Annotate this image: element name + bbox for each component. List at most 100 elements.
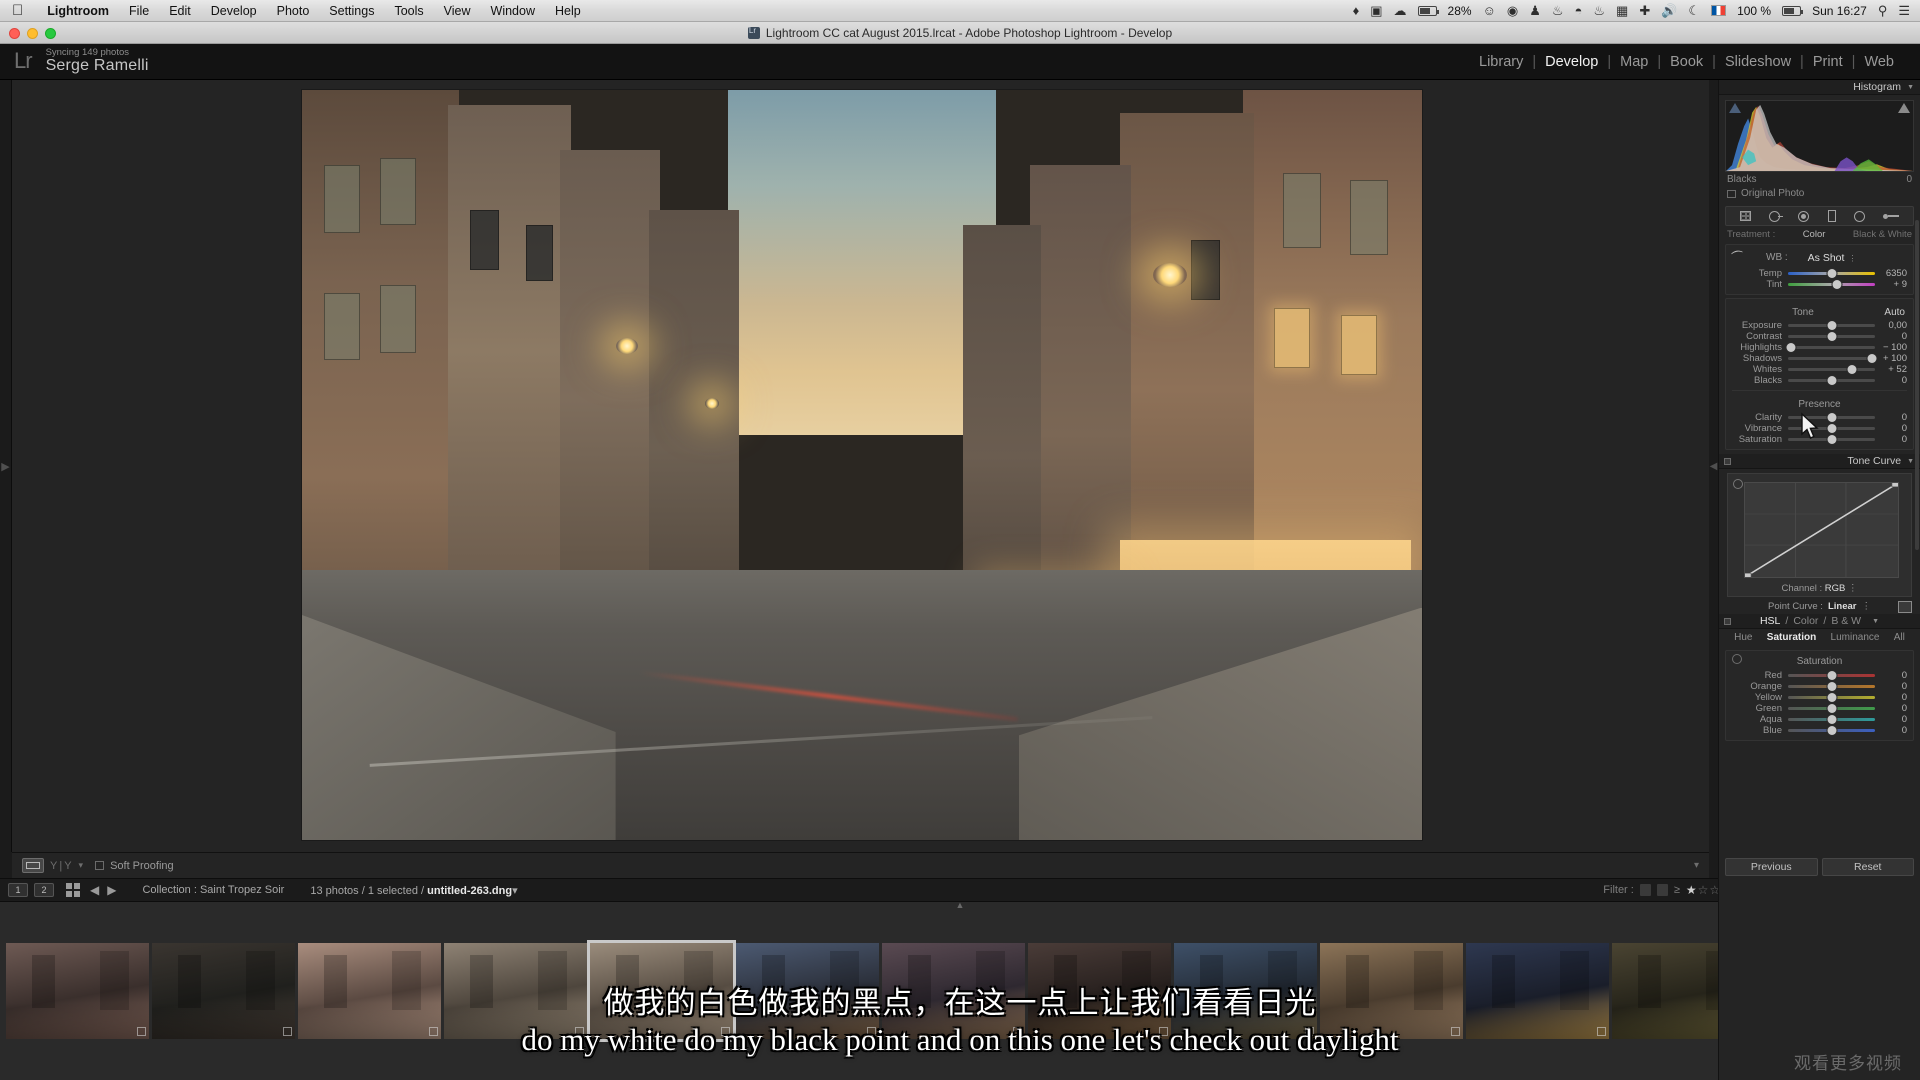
dropbox-icon[interactable]: ♦ [1353,4,1360,17]
slider-knob-vibrance[interactable] [1827,424,1836,433]
spotlight-search-icon[interactable]: ⚲ [1878,4,1888,17]
slider-row-aqua[interactable]: Aqua 0 [1726,714,1913,725]
channel-dropdown-icon[interactable]: ⋮ [1848,583,1858,594]
grid-view-icon[interactable] [66,883,80,897]
image-canvas[interactable] [12,80,1709,852]
crop-overlay-icon[interactable] [1740,211,1752,221]
thumb-9[interactable] [1174,943,1317,1039]
panel-enable-switch[interactable] [1724,457,1731,465]
thumb-6[interactable] [736,943,879,1039]
zoom-window-button[interactable] [45,28,56,39]
panel-enable-switch[interactable] [1724,617,1731,625]
menu-lightroom[interactable]: Lightroom [37,4,119,18]
menu-file[interactable]: File [119,4,159,18]
slider-row-whites[interactable]: Whites + 52 [1726,364,1913,375]
loupe-view-icon[interactable] [22,858,44,873]
color-tab-title[interactable]: Color [1793,615,1818,627]
slider-row-red[interactable]: Red 0 [1726,670,1913,681]
menu-edit[interactable]: Edit [159,4,201,18]
slider-row-contrast[interactable]: Contrast 0 [1726,331,1913,342]
screen-recorder-icon[interactable]: ▣ [1370,4,1382,17]
navigate-forward-icon[interactable]: ▶ [107,883,116,897]
rating-comparison-icon[interactable]: ≥ [1674,884,1680,896]
chevron-down-icon[interactable]: ▾ [79,860,84,871]
close-window-button[interactable] [9,28,20,39]
mute-icon[interactable]: 🔊 [1661,4,1677,17]
bowl-icon[interactable]: ◓ [1575,4,1583,17]
treatment-bw-button[interactable]: Black & White [1853,229,1912,240]
filmstrip[interactable] [0,902,1920,1080]
menu-develop[interactable]: Develop [201,4,267,18]
clock-label[interactable]: Sun 16:27 [1812,4,1867,18]
hsl-tab-saturation[interactable]: Saturation [1767,632,1816,643]
slider-knob-yellow[interactable] [1827,693,1836,702]
histogram-graph[interactable] [1725,100,1914,172]
point-curve-dropdown-icon[interactable]: ⋮ [1861,601,1871,612]
slider-track-aqua[interactable] [1788,715,1875,724]
thumb-4[interactable] [444,943,587,1039]
thumb-11[interactable] [1466,943,1609,1039]
slider-row-green[interactable]: Green 0 [1726,703,1913,714]
airplay-icon[interactable]: ▦ [1616,4,1628,17]
slider-track-saturation[interactable] [1788,435,1875,444]
tone-curve-channel-row[interactable]: Channel : RGB ⋮ [1728,583,1911,594]
menu-view[interactable]: View [434,4,481,18]
slider-knob-whites[interactable] [1847,365,1857,374]
red-eye-icon[interactable] [1798,210,1810,222]
wrench-icon[interactable]: ☺ [1483,4,1496,17]
before-after-icon[interactable]: Y|Y [50,860,74,872]
slider-track-vibrance[interactable] [1788,424,1875,433]
menu-tools[interactable]: Tools [384,4,433,18]
thumb-7[interactable] [882,943,1025,1039]
notification-center-icon[interactable]: ☰ [1898,4,1910,17]
right-panel-toggle[interactable]: ◀ [1709,80,1718,852]
left-panel-toggle[interactable]: ▶ [0,80,12,852]
slider-track-yellow[interactable] [1788,693,1875,702]
hsl-tab-luminance[interactable]: Luminance [1831,632,1880,643]
module-develop[interactable]: Develop [1537,54,1606,70]
slider-row-blue[interactable]: Blue 0 [1726,725,1913,736]
slider-track-highlights[interactable] [1786,343,1875,352]
battery2-icon[interactable] [1782,5,1804,16]
slider-track-red[interactable] [1788,671,1875,680]
point-curve-value[interactable]: Linear [1828,601,1857,612]
slider-knob-aqua[interactable] [1827,715,1836,724]
current-filename[interactable]: untitled-263.dng [427,885,512,897]
slider-row-clarity[interactable]: Clarity 0 [1726,412,1913,423]
module-print[interactable]: Print [1805,54,1851,70]
slider-knob-highlights[interactable] [1786,343,1796,352]
module-web[interactable]: Web [1856,54,1902,70]
module-slideshow[interactable]: Slideshow [1717,54,1799,70]
soft-proofing-label[interactable]: Soft Proofing [110,860,174,872]
slider-track-shadows[interactable] [1788,354,1877,363]
highlight-clipping-icon[interactable] [1898,103,1910,113]
spot-removal-icon[interactable] [1769,210,1784,222]
slider-track-blue[interactable] [1788,726,1875,735]
slider-row-temp[interactable]: Temp 6350 [1726,268,1913,279]
hsl-tab-all[interactable]: All [1894,632,1905,643]
slider-knob-green[interactable] [1827,704,1836,713]
flame-icon[interactable]: ♨ [1593,4,1605,17]
move-icon[interactable]: ✚ [1639,4,1650,17]
module-library[interactable]: Library [1471,54,1531,70]
slider-knob-exposure[interactable] [1827,321,1836,330]
module-book[interactable]: Book [1662,54,1711,70]
thumb-5[interactable] [587,940,736,1042]
slider-row-exposure[interactable]: Exposure 0,00 [1726,320,1913,331]
slider-track-whites[interactable] [1788,365,1875,374]
module-map[interactable]: Map [1612,54,1656,70]
battery-icon[interactable] [1417,5,1439,16]
screen-1-button[interactable]: 1 [8,883,28,897]
slider-row-tint[interactable]: Tint + 9 [1726,279,1913,290]
minimize-window-button[interactable] [27,28,38,39]
slider-track-temp[interactable] [1788,269,1875,278]
slider-knob-shadows[interactable] [1867,354,1877,363]
chevron-down-icon[interactable]: ▼ [1907,84,1914,91]
develop-preview-image[interactable] [302,90,1422,840]
slider-row-saturation[interactable]: Saturation 0 [1726,434,1913,445]
slider-knob-contrast[interactable] [1827,332,1836,341]
thumb-10[interactable] [1320,943,1463,1039]
hsl-panel-header[interactable]: HSL / Color / B & W ▼ [1719,614,1920,629]
bw-tab-title[interactable]: B & W [1831,615,1861,627]
apple-icon[interactable]:  [12,3,23,18]
